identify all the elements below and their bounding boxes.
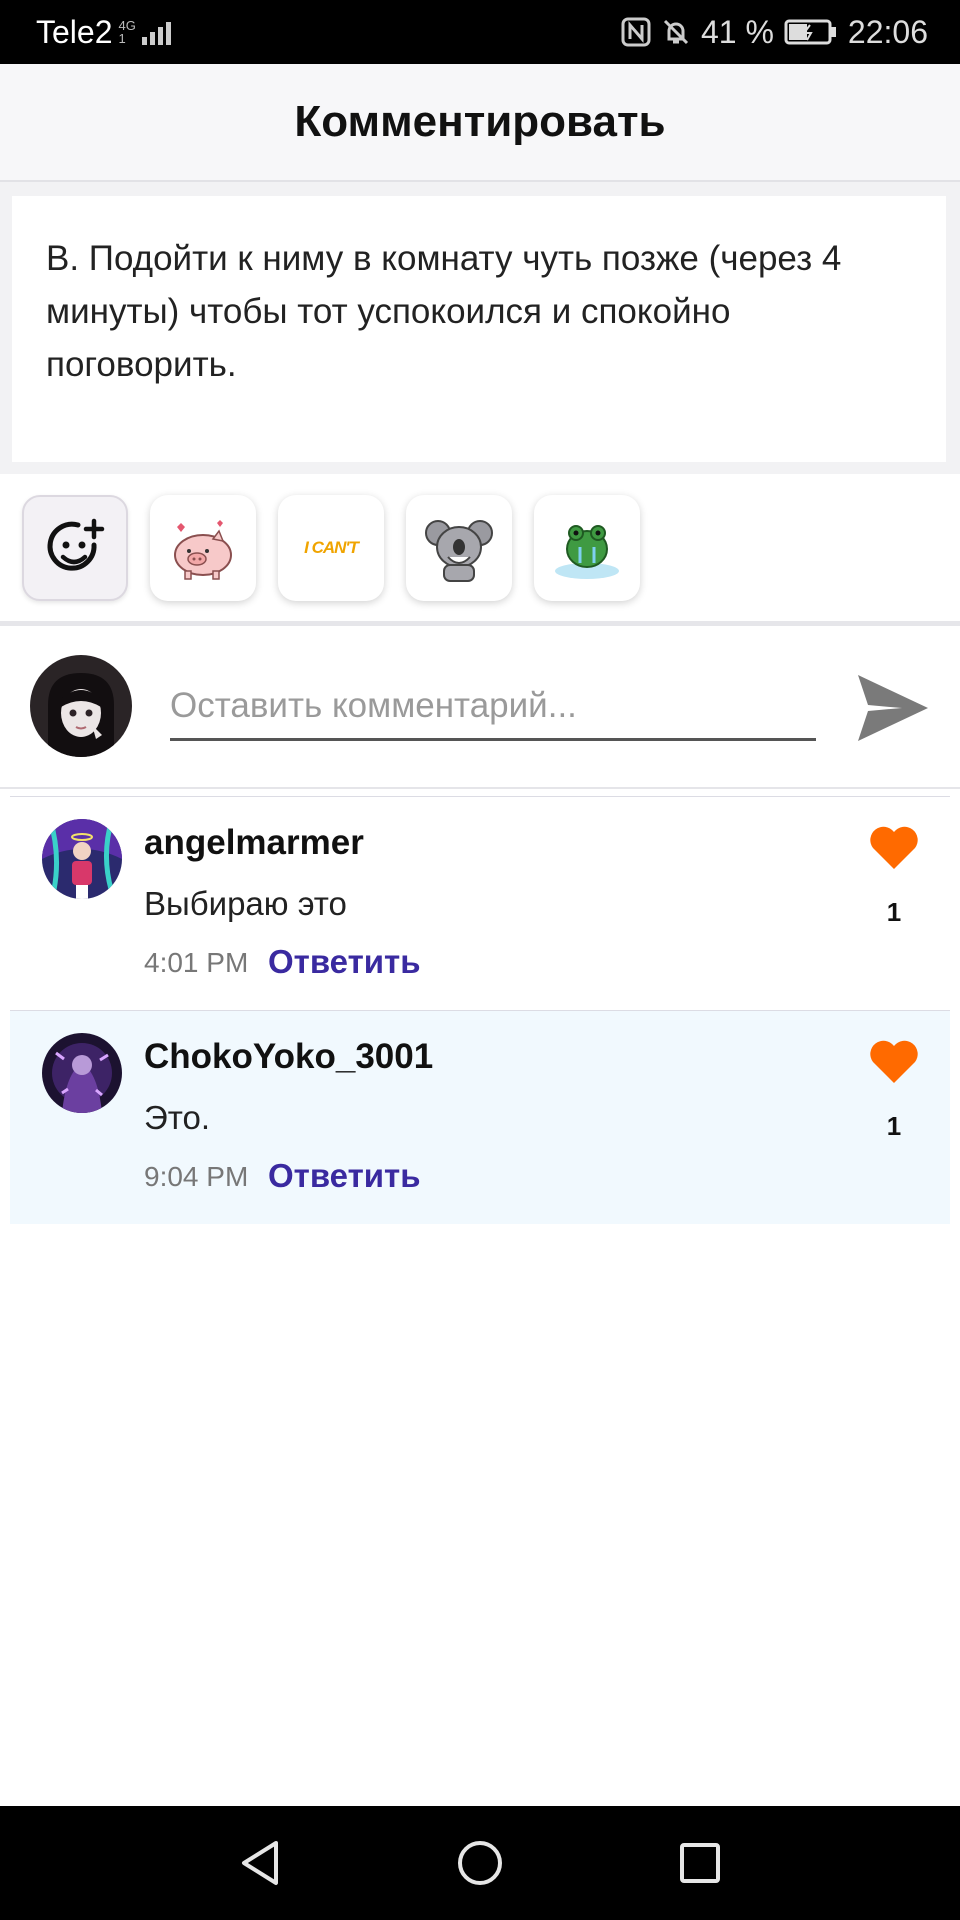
frog-sticker-icon bbox=[555, 524, 619, 579]
network-type: 4G 1 bbox=[119, 19, 136, 45]
like-count: 1 bbox=[886, 897, 902, 927]
comment-compose bbox=[0, 631, 960, 789]
heart-icon[interactable] bbox=[868, 1039, 920, 1085]
reply-button[interactable]: Ответить bbox=[268, 943, 421, 981]
avatar-image bbox=[42, 819, 122, 899]
pig-sticker-icon bbox=[174, 519, 232, 580]
comment-item: ChokoYoko_3001 Это. 9:04 PM Ответить 1 bbox=[10, 1010, 950, 1224]
status-left: Tele2 4G 1 bbox=[36, 14, 171, 51]
sticker-koala[interactable] bbox=[406, 494, 512, 601]
heart-icon[interactable] bbox=[868, 825, 920, 871]
like-count: 1 bbox=[886, 1111, 902, 1141]
post-card: В. Подойти к ниму в комнату чуть позже (… bbox=[12, 196, 946, 462]
user-avatar[interactable] bbox=[42, 819, 122, 899]
my-avatar[interactable] bbox=[30, 655, 132, 757]
i-cant-sticker-text: I CAN'T bbox=[304, 537, 359, 557]
back-button[interactable] bbox=[232, 1835, 288, 1891]
status-right: 41 % 22:06 bbox=[621, 14, 928, 51]
comment-input[interactable] bbox=[170, 673, 816, 741]
sticker-frog[interactable] bbox=[534, 494, 640, 601]
status-bar: Tele2 4G 1 41 % 22:06 bbox=[0, 0, 960, 64]
recents-square-icon bbox=[680, 1843, 720, 1883]
battery-percent: 41 % bbox=[700, 13, 774, 50]
comment-time: 4:01 PM bbox=[144, 947, 249, 978]
recents-button[interactable] bbox=[672, 1835, 728, 1891]
home-button[interactable] bbox=[452, 1835, 508, 1891]
carrier-label: Tele2 bbox=[36, 13, 113, 50]
clock: 22:06 bbox=[847, 13, 928, 50]
send-button[interactable] bbox=[856, 671, 930, 745]
nfc-icon bbox=[621, 17, 651, 47]
mute-bell-icon bbox=[663, 19, 689, 45]
network-type-bottom: 1 bbox=[118, 31, 126, 46]
comments-list: angelmarmer Выбираю это 4:01 PM Ответить… bbox=[10, 796, 950, 1224]
comment-text: Это. bbox=[144, 1099, 210, 1136]
comment-time: 9:04 PM bbox=[144, 1161, 249, 1192]
header: Комментировать bbox=[0, 64, 960, 182]
koala-sticker-icon bbox=[425, 519, 493, 582]
comment-item: angelmarmer Выбираю это 4:01 PM Ответить… bbox=[10, 796, 950, 1010]
my-avatar-image bbox=[30, 655, 132, 757]
signal-icon bbox=[141, 19, 171, 45]
back-triangle-icon bbox=[242, 1841, 278, 1885]
send-icon bbox=[858, 675, 928, 741]
comment-text: Выбираю это bbox=[144, 885, 347, 922]
emoji-picker-button[interactable] bbox=[22, 494, 128, 601]
page-title: Комментировать bbox=[294, 97, 666, 146]
battery-icon bbox=[784, 19, 836, 45]
user-avatar[interactable] bbox=[42, 1033, 122, 1113]
home-circle-icon bbox=[458, 1841, 502, 1885]
emoji-picker-icon bbox=[47, 518, 105, 571]
comment-username[interactable]: angelmarmer bbox=[144, 823, 364, 863]
sticker-row: I CAN'T bbox=[0, 474, 960, 626]
sticker-i-cant[interactable]: I CAN'T bbox=[278, 494, 384, 601]
reply-button[interactable]: Ответить bbox=[268, 1157, 421, 1195]
sticker-pig[interactable] bbox=[150, 494, 256, 601]
avatar-image bbox=[42, 1033, 122, 1113]
navigation-bar bbox=[0, 1806, 960, 1920]
post-text: В. Подойти к ниму в комнату чуть позже (… bbox=[46, 239, 842, 384]
comment-username[interactable]: ChokoYoko_3001 bbox=[144, 1037, 433, 1077]
